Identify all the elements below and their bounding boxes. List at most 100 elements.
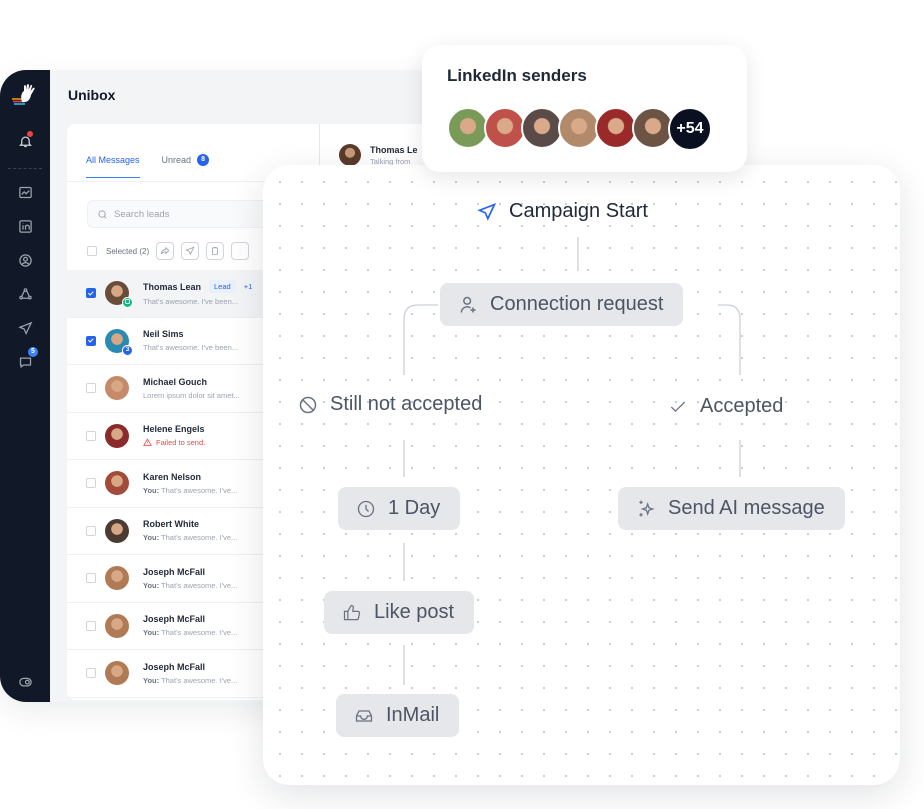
sidebar-item-analytics[interactable] (14, 181, 36, 203)
message-preview: You: That's awesome. I've... (143, 581, 237, 590)
accepted-branch[interactable]: Accepted (668, 395, 783, 418)
node-label: 1 Day (388, 497, 441, 519)
sender-avatar[interactable] (558, 107, 600, 149)
alarm-icon (125, 299, 130, 305)
row-checkbox[interactable] (86, 335, 96, 346)
send-icon (477, 202, 497, 221)
contact-name: Joseph McFall (143, 614, 206, 625)
sender-avatar[interactable] (484, 107, 526, 149)
tab-unread[interactable]: Unread 8 (162, 154, 210, 178)
sender-avatar[interactable] (521, 107, 563, 149)
node-label: Send AI message (668, 497, 825, 519)
row-checkbox[interactable] (86, 573, 96, 584)
row-checkbox[interactable] (86, 525, 96, 536)
row-checkbox[interactable] (86, 668, 96, 679)
sender-avatar[interactable] (595, 107, 637, 149)
contact-name: Helene Engels (143, 424, 205, 435)
send-ai-message-node[interactable]: Send AI message (618, 487, 845, 530)
sidebar-item-contacts[interactable] (14, 249, 36, 271)
preview-text: That's awesome. I've... (159, 533, 238, 543)
user-circle-icon (18, 253, 32, 267)
inbox-icon (355, 709, 373, 722)
preview-text: Lorem ipsum dolor sit amet... (143, 390, 240, 400)
avatar (105, 281, 133, 309)
preview-prefix: You: (143, 580, 160, 590)
avatar-badge: 3 (122, 344, 133, 356)
row-checkbox[interactable] (86, 430, 96, 441)
chat-badge: 5 (28, 347, 38, 357)
like-post-node[interactable]: Like post (324, 591, 475, 634)
avatar (105, 471, 129, 496)
sidebar: 5 (0, 70, 50, 702)
sidebar-item-unibox[interactable]: 5 (14, 347, 38, 373)
chat-icon (19, 357, 31, 368)
preview-prefix: You: (143, 485, 160, 495)
message-preview: That's awesome. I've been... (143, 343, 238, 352)
avatar (339, 144, 361, 166)
campaign-start-node[interactable]: Campaign Start (477, 200, 648, 223)
connector-connection-right (718, 304, 741, 375)
chat-header[interactable]: Thomas Le Talking from (339, 144, 418, 166)
connector-connection-left (403, 304, 438, 375)
logo-hand-icon[interactable] (10, 82, 40, 108)
select-all-checkbox[interactable] (87, 246, 97, 256)
inmail-node[interactable]: InMail (336, 694, 460, 737)
sidebar-item-campaigns[interactable] (14, 317, 36, 339)
more-senders-count[interactable]: +54 (668, 107, 712, 151)
settings-toggle-icon (18, 677, 32, 686)
more-actions-button[interactable] (231, 242, 250, 260)
clock-icon (357, 500, 375, 517)
preview-text: That's awesome. I've... (159, 675, 238, 685)
user-plus-icon (460, 296, 476, 313)
tab-all-messages[interactable]: All Messages (86, 154, 140, 178)
forward-button[interactable] (156, 242, 175, 260)
contact-name: Thomas Lean (143, 281, 202, 292)
node-label: Like post (374, 601, 455, 623)
preview-text: That's awesome. I've been... (143, 343, 238, 353)
row-checkbox[interactable] (86, 288, 96, 299)
connection-request-node[interactable]: Connection request (440, 283, 684, 326)
row-checkbox[interactable] (86, 383, 96, 394)
avatar-badge (122, 297, 133, 309)
flow-connectors (403, 237, 741, 685)
error-text: Failed to send. (156, 438, 206, 448)
preview-text: That's awesome. I've... (159, 580, 238, 590)
copy-button[interactable] (206, 242, 225, 260)
preview-text: That's awesome. I've... (159, 485, 238, 495)
campaign-flow-canvas: Campaign Start Connection request Still … (263, 165, 900, 785)
page-title: Unibox (68, 87, 116, 103)
analytics-icon (18, 186, 32, 198)
clipboard-icon (212, 247, 219, 256)
message-preview: You: That's awesome. I've... (143, 676, 237, 685)
row-checkbox[interactable] (86, 478, 96, 489)
avatar (105, 661, 129, 686)
sidebar-item-network[interactable] (14, 283, 36, 305)
send-button[interactable] (181, 242, 200, 260)
branch-label: Accepted (700, 395, 784, 417)
forward-icon (160, 246, 170, 255)
contact-name: Joseph McFall (143, 661, 206, 672)
sidebar-item-linkedin[interactable] (14, 215, 36, 237)
node-label: InMail (386, 704, 440, 726)
sender-avatar[interactable] (447, 107, 489, 149)
search-icon (98, 209, 107, 218)
more-icon (239, 248, 241, 254)
contact-name: Robert White (143, 519, 199, 530)
notifications-button[interactable] (14, 130, 36, 152)
warning-icon (143, 438, 152, 447)
linkedin-senders-card: LinkedIn senders +54 (422, 45, 747, 172)
unread-count-badge: 8 (197, 154, 210, 166)
senders-title: LinkedIn senders (447, 66, 587, 85)
still-not-accepted-branch[interactable]: Still not accepted (298, 393, 482, 416)
preview-prefix: You: (143, 675, 160, 685)
preview-prefix: You: (143, 628, 160, 638)
sparkles-icon (639, 500, 655, 516)
check-icon (670, 401, 686, 412)
preview-text: That's awesome. I've been... (143, 297, 238, 307)
row-checkbox[interactable] (86, 620, 96, 631)
contact-name: Michael Gouch (143, 376, 208, 387)
sidebar-item-settings[interactable] (14, 670, 36, 692)
chat-contact-name: Thomas Le (370, 144, 418, 155)
sidebar-divider (8, 168, 42, 169)
wait-1-day-node[interactable]: 1 Day (338, 487, 461, 530)
